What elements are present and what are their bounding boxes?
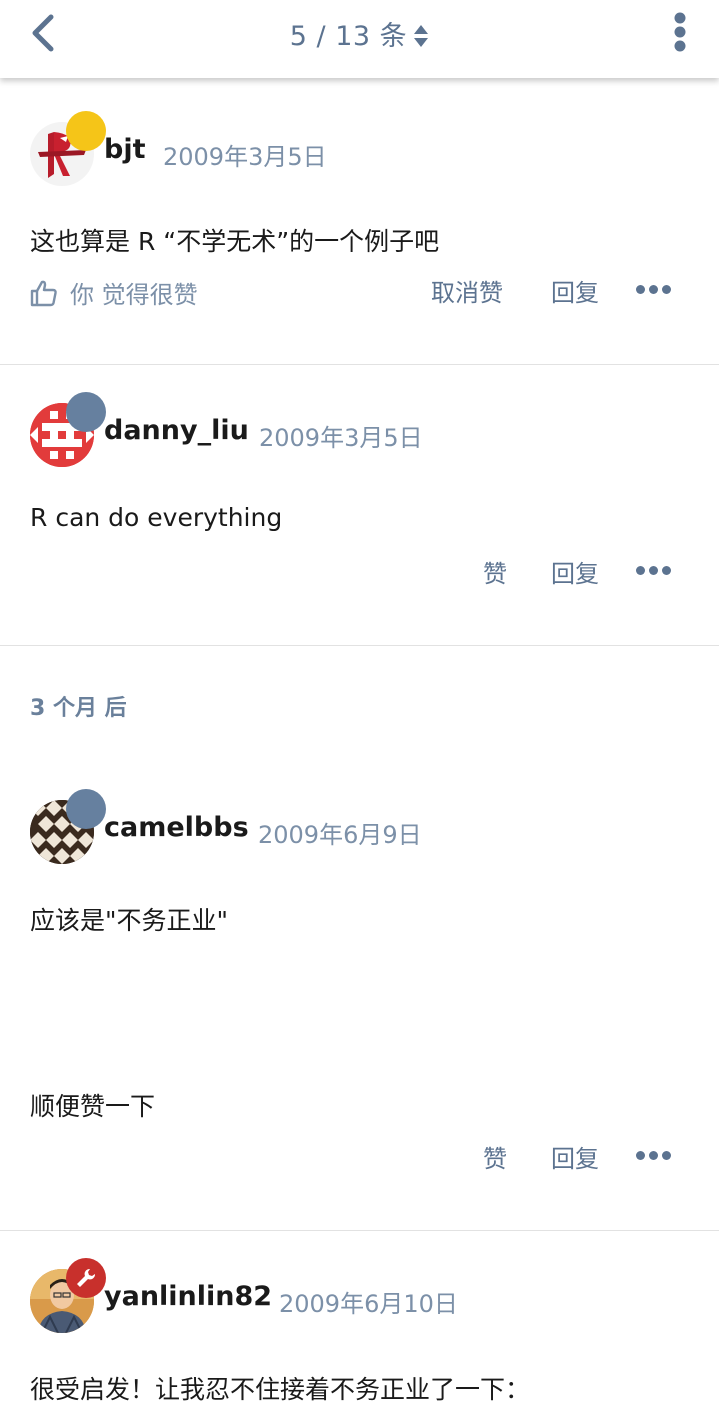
- wrench-icon: [77, 1268, 96, 1287]
- post-content: 这也算是 R “不学无术”的一个例子吧: [30, 227, 440, 256]
- more-horizontal-icon[interactable]: [636, 566, 671, 575]
- reply-button[interactable]: 回复: [551, 1139, 599, 1174]
- post-position-label: 5 / 13 条: [289, 21, 408, 52]
- moderator-badge: [66, 1258, 106, 1298]
- post-content: 应该是"不务正业": [30, 906, 228, 935]
- post-content: 顺便赞一下: [30, 1092, 156, 1121]
- reply-button[interactable]: 回复: [551, 554, 599, 589]
- post-author[interactable]: bjt: [104, 134, 146, 165]
- user-status-badge: [66, 392, 106, 432]
- post-yanlinlin82: yanlinlin82 2009年6月10日 很受启发！让我忍不住接着不务正业了…: [0, 1231, 719, 1426]
- more-vertical-icon: [674, 12, 686, 52]
- like-button[interactable]: 赞: [483, 1139, 507, 1174]
- post-position-selector[interactable]: 5 / 13 条: [0, 14, 719, 53]
- liked-indicator[interactable]: 你 觉得很赞: [30, 275, 198, 310]
- post-author[interactable]: camelbbs: [104, 812, 249, 843]
- time-gap-label: 3 个月 后: [30, 696, 127, 721]
- avatar[interactable]: [30, 392, 106, 469]
- post-date[interactable]: 2009年6月10日: [279, 1284, 458, 1319]
- top-bar: 5 / 13 条: [0, 0, 719, 78]
- like-button[interactable]: 赞: [483, 554, 507, 589]
- post-author[interactable]: yanlinlin82: [104, 1281, 272, 1312]
- post-divider: [0, 645, 719, 646]
- liked-text: 你 觉得很赞: [70, 281, 198, 309]
- more-horizontal-icon[interactable]: [636, 285, 671, 294]
- avatar[interactable]: [30, 1258, 106, 1335]
- more-horizontal-icon[interactable]: [636, 1151, 671, 1160]
- post-author[interactable]: danny_liu: [104, 415, 249, 446]
- post-date[interactable]: 2009年3月5日: [163, 137, 327, 172]
- user-status-badge: [66, 111, 106, 151]
- reply-button[interactable]: 回复: [551, 273, 599, 308]
- post-date[interactable]: 2009年6月9日: [258, 815, 422, 850]
- post-danny-liu: danny_liu 2009年3月5日 R can do everything …: [0, 365, 719, 645]
- avatar[interactable]: [30, 111, 106, 188]
- avatar[interactable]: [30, 789, 106, 866]
- thumbs-up-icon: [30, 280, 57, 306]
- menu-button[interactable]: [656, 8, 704, 56]
- post-date[interactable]: 2009年3月5日: [259, 418, 423, 453]
- post-camelbbs: camelbbs 2009年6月9日 应该是"不务正业" 顺便赞一下 赞 回复: [0, 760, 719, 1230]
- post-content: R can do everything: [30, 503, 283, 532]
- post-content: 很受启发！让我忍不住接着不务正业了一下：: [30, 1375, 531, 1404]
- user-status-badge: [66, 789, 106, 829]
- unlike-button[interactable]: 取消赞: [431, 273, 503, 308]
- sort-icon: [414, 24, 429, 47]
